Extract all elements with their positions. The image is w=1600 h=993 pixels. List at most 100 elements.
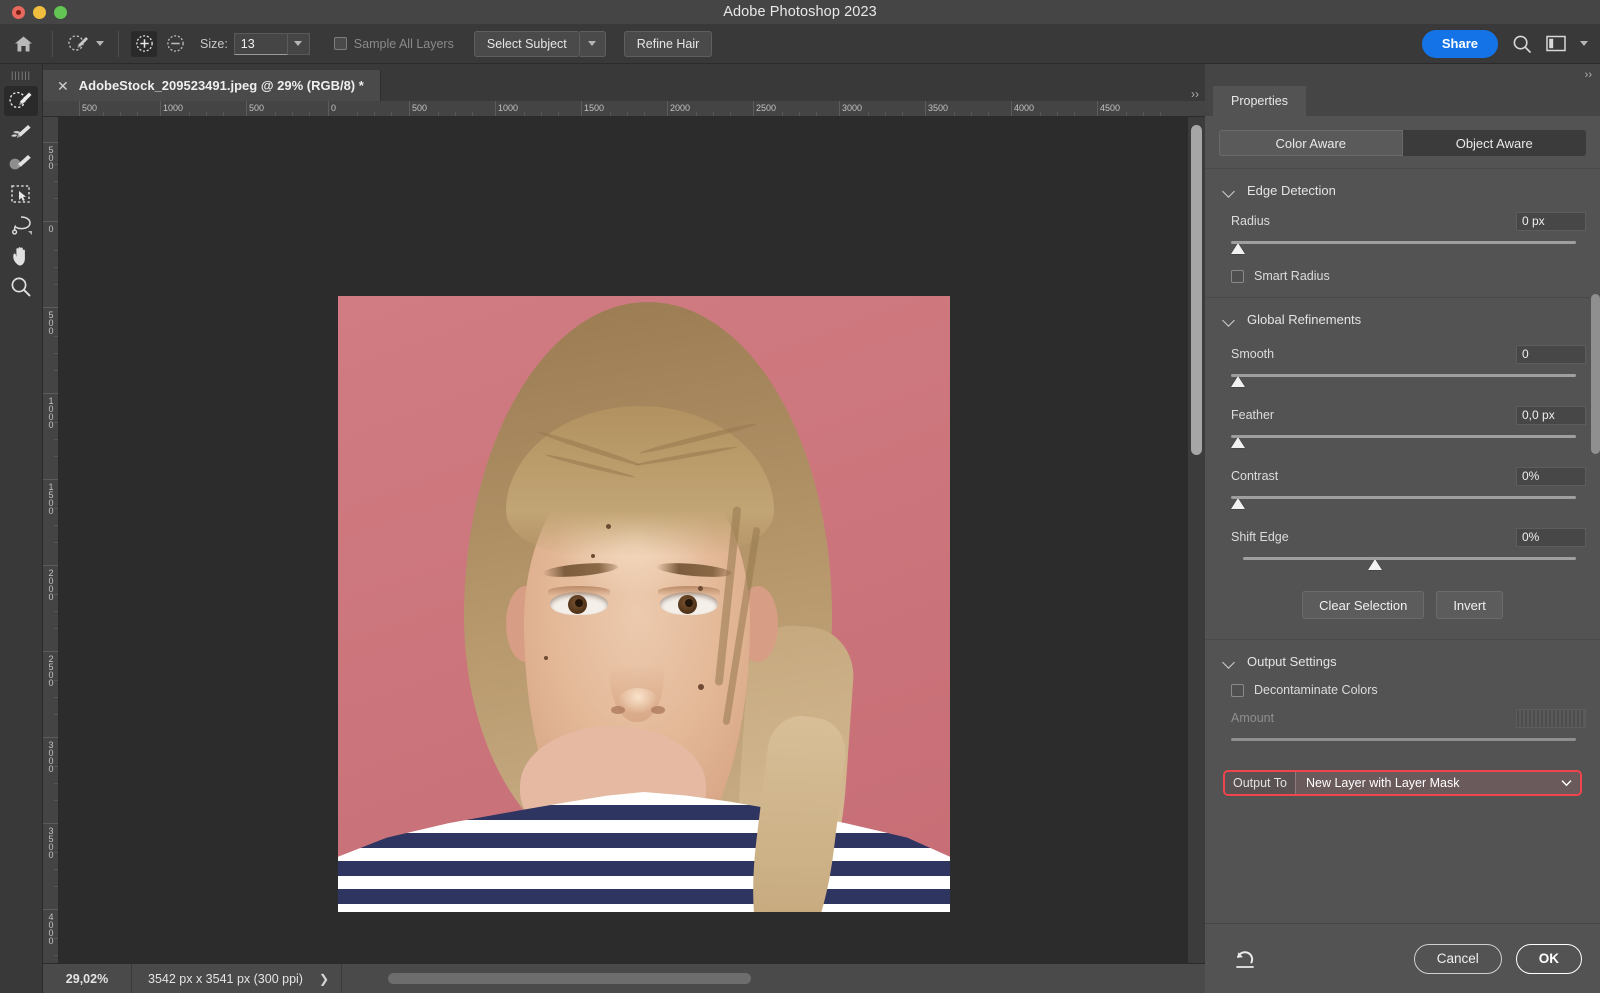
select-subject-dropdown[interactable] [580,31,606,57]
segment-object-aware[interactable]: Object Aware [1403,130,1587,156]
mole [606,524,611,529]
chevron-down-icon[interactable] [1580,41,1588,46]
mole [698,684,704,690]
slider-thumb[interactable] [1231,437,1245,448]
double-chevron-right-icon[interactable]: ›› [1191,87,1205,101]
ruler-tick: 1500 [584,103,604,113]
scrollbar-thumb[interactable] [1191,125,1202,455]
radius-input[interactable]: 0 px [1516,212,1586,231]
slider-track [1243,557,1576,560]
document-tab[interactable]: ✕ AdobeStock_209523491.jpeg @ 29% (RGB/8… [43,70,381,101]
search-icon[interactable] [1512,34,1532,54]
add-to-selection-icon[interactable] [131,31,157,57]
output-to-control[interactable]: Output To New Layer with Layer Mask [1223,770,1582,796]
ruler-tick: 4000 [1014,103,1034,113]
slider-thumb[interactable] [1231,498,1245,509]
checkbox-box [1231,270,1244,283]
segment-color-aware[interactable]: Color Aware [1219,130,1403,156]
section-header-output-settings[interactable]: Output Settings [1205,640,1600,679]
smart-radius-checkbox[interactable]: Smart Radius [1205,257,1600,297]
radius-slider[interactable] [1231,239,1586,257]
app-title: Adobe Photoshop 2023 [0,4,1600,20]
output-to-select[interactable]: New Layer with Layer Mask [1295,772,1580,794]
tab-properties[interactable]: Properties [1213,86,1306,116]
slider-track [1231,241,1576,244]
ruler-tick: 3000 [46,740,56,772]
smooth-slider[interactable] [1231,372,1586,390]
mole [544,656,548,660]
workspace-switcher-icon[interactable] [1546,35,1566,52]
zoom-level[interactable]: 29,02% [43,972,131,986]
section-header-global-refinements[interactable]: Global Refinements [1205,298,1600,337]
sidebar-item-zoom-tool[interactable] [4,272,38,302]
feather-input[interactable]: 0,0 px [1516,406,1586,425]
sidebar-item-object-selection-tool[interactable] [4,179,38,209]
ruler-vertical[interactable]: 500 0 500 1000 1500 2000 2500 3000 3500 … [43,117,59,963]
slider-row-shift-edge: Shift Edge 0% [1205,512,1600,573]
refinement-buttons: Clear Selection Invert [1205,573,1600,639]
chevron-down-icon[interactable] [1223,185,1235,197]
amount-input [1516,709,1586,728]
awareness-mode-segmented-control: Color Aware Object Aware [1205,116,1600,168]
contrast-input[interactable]: 0% [1516,467,1586,486]
shift-edge-input[interactable]: 0% [1516,528,1586,547]
sidebar-item-quick-selection-tool[interactable] [4,86,38,116]
radius-label: Radius [1231,214,1270,228]
shift-edge-slider[interactable] [1231,555,1586,573]
toolbar-expand-handle[interactable]: |||||| [0,64,42,86]
refine-edge-brush-icon [8,120,34,144]
subtract-from-selection-icon[interactable] [162,31,188,57]
home-icon[interactable] [0,35,46,53]
ok-button[interactable]: OK [1516,944,1582,974]
size-dropdown-toggle[interactable] [288,33,310,55]
chevron-down-icon[interactable] [1223,314,1235,326]
sidebar-item-brush-tool[interactable] [4,148,38,178]
grip-dots-icon: |||||| [11,70,31,80]
sidebar-item-lasso-tool[interactable] [4,210,38,240]
size-input[interactable]: 13 [234,33,288,55]
slider-thumb[interactable] [1231,376,1245,387]
slider-thumb[interactable] [1231,243,1245,254]
slider-thumb[interactable] [1368,559,1382,570]
feather-slider[interactable] [1231,433,1586,451]
double-chevron-right-icon[interactable]: ›› [1585,69,1592,81]
invert-button[interactable]: Invert [1436,591,1503,619]
share-button[interactable]: Share [1422,30,1498,58]
zoom-tool-icon [8,275,34,299]
canvas-scrollbar-horizontal[interactable] [342,973,1205,984]
contrast-slider[interactable] [1231,494,1586,512]
smooth-input[interactable]: 0 [1516,345,1586,364]
ruler-horizontal[interactable]: 500 1000 500 0 500 1000 1500 2000 2500 3… [43,101,1205,117]
scrollbar-thumb[interactable] [388,973,751,984]
close-icon[interactable]: ✕ [57,79,69,93]
scrollbar-thumb[interactable] [1591,294,1600,454]
sidebar-item-hand-tool[interactable] [4,241,38,271]
decontaminate-colors-checkbox[interactable]: Decontaminate Colors [1205,679,1600,705]
title-bar: Adobe Photoshop 2023 [0,0,1600,24]
properties-panel-scrollbar[interactable] [1589,174,1598,694]
sidebar-item-refine-edge-brush-tool[interactable] [4,117,38,147]
status-expand-arrow-icon[interactable]: ❯ [319,972,329,986]
canvas[interactable] [59,117,1188,963]
chevron-down-icon[interactable] [96,41,104,46]
ruler-tick: 2000 [46,568,56,600]
chevron-down-icon[interactable] [1561,779,1572,787]
panel-collapse-handle[interactable]: ›› [1205,64,1600,86]
canvas-scrollbar-vertical[interactable] [1188,117,1205,963]
ruler-tick: 0 [331,103,336,113]
cancel-button[interactable]: Cancel [1414,944,1502,974]
reset-icon[interactable] [1233,948,1257,970]
select-subject-button[interactable]: Select Subject [474,31,580,57]
tool-preset-picker[interactable] [59,33,112,55]
slider-row-radius: Radius 0 px [1205,208,1600,257]
pupil [685,599,693,607]
section-header-edge-detection[interactable]: Edge Detection [1205,169,1600,208]
refine-hair-button[interactable]: Refine Hair [624,31,713,57]
sample-all-layers-checkbox[interactable]: Sample All Layers [334,37,454,51]
clear-selection-button[interactable]: Clear Selection [1302,591,1424,619]
ruler-tick: 1000 [163,103,183,113]
shift-edge-label: Shift Edge [1231,530,1289,544]
image-canvas-portrait[interactable] [338,296,950,912]
mole [591,554,595,558]
chevron-down-icon[interactable] [1223,656,1235,668]
